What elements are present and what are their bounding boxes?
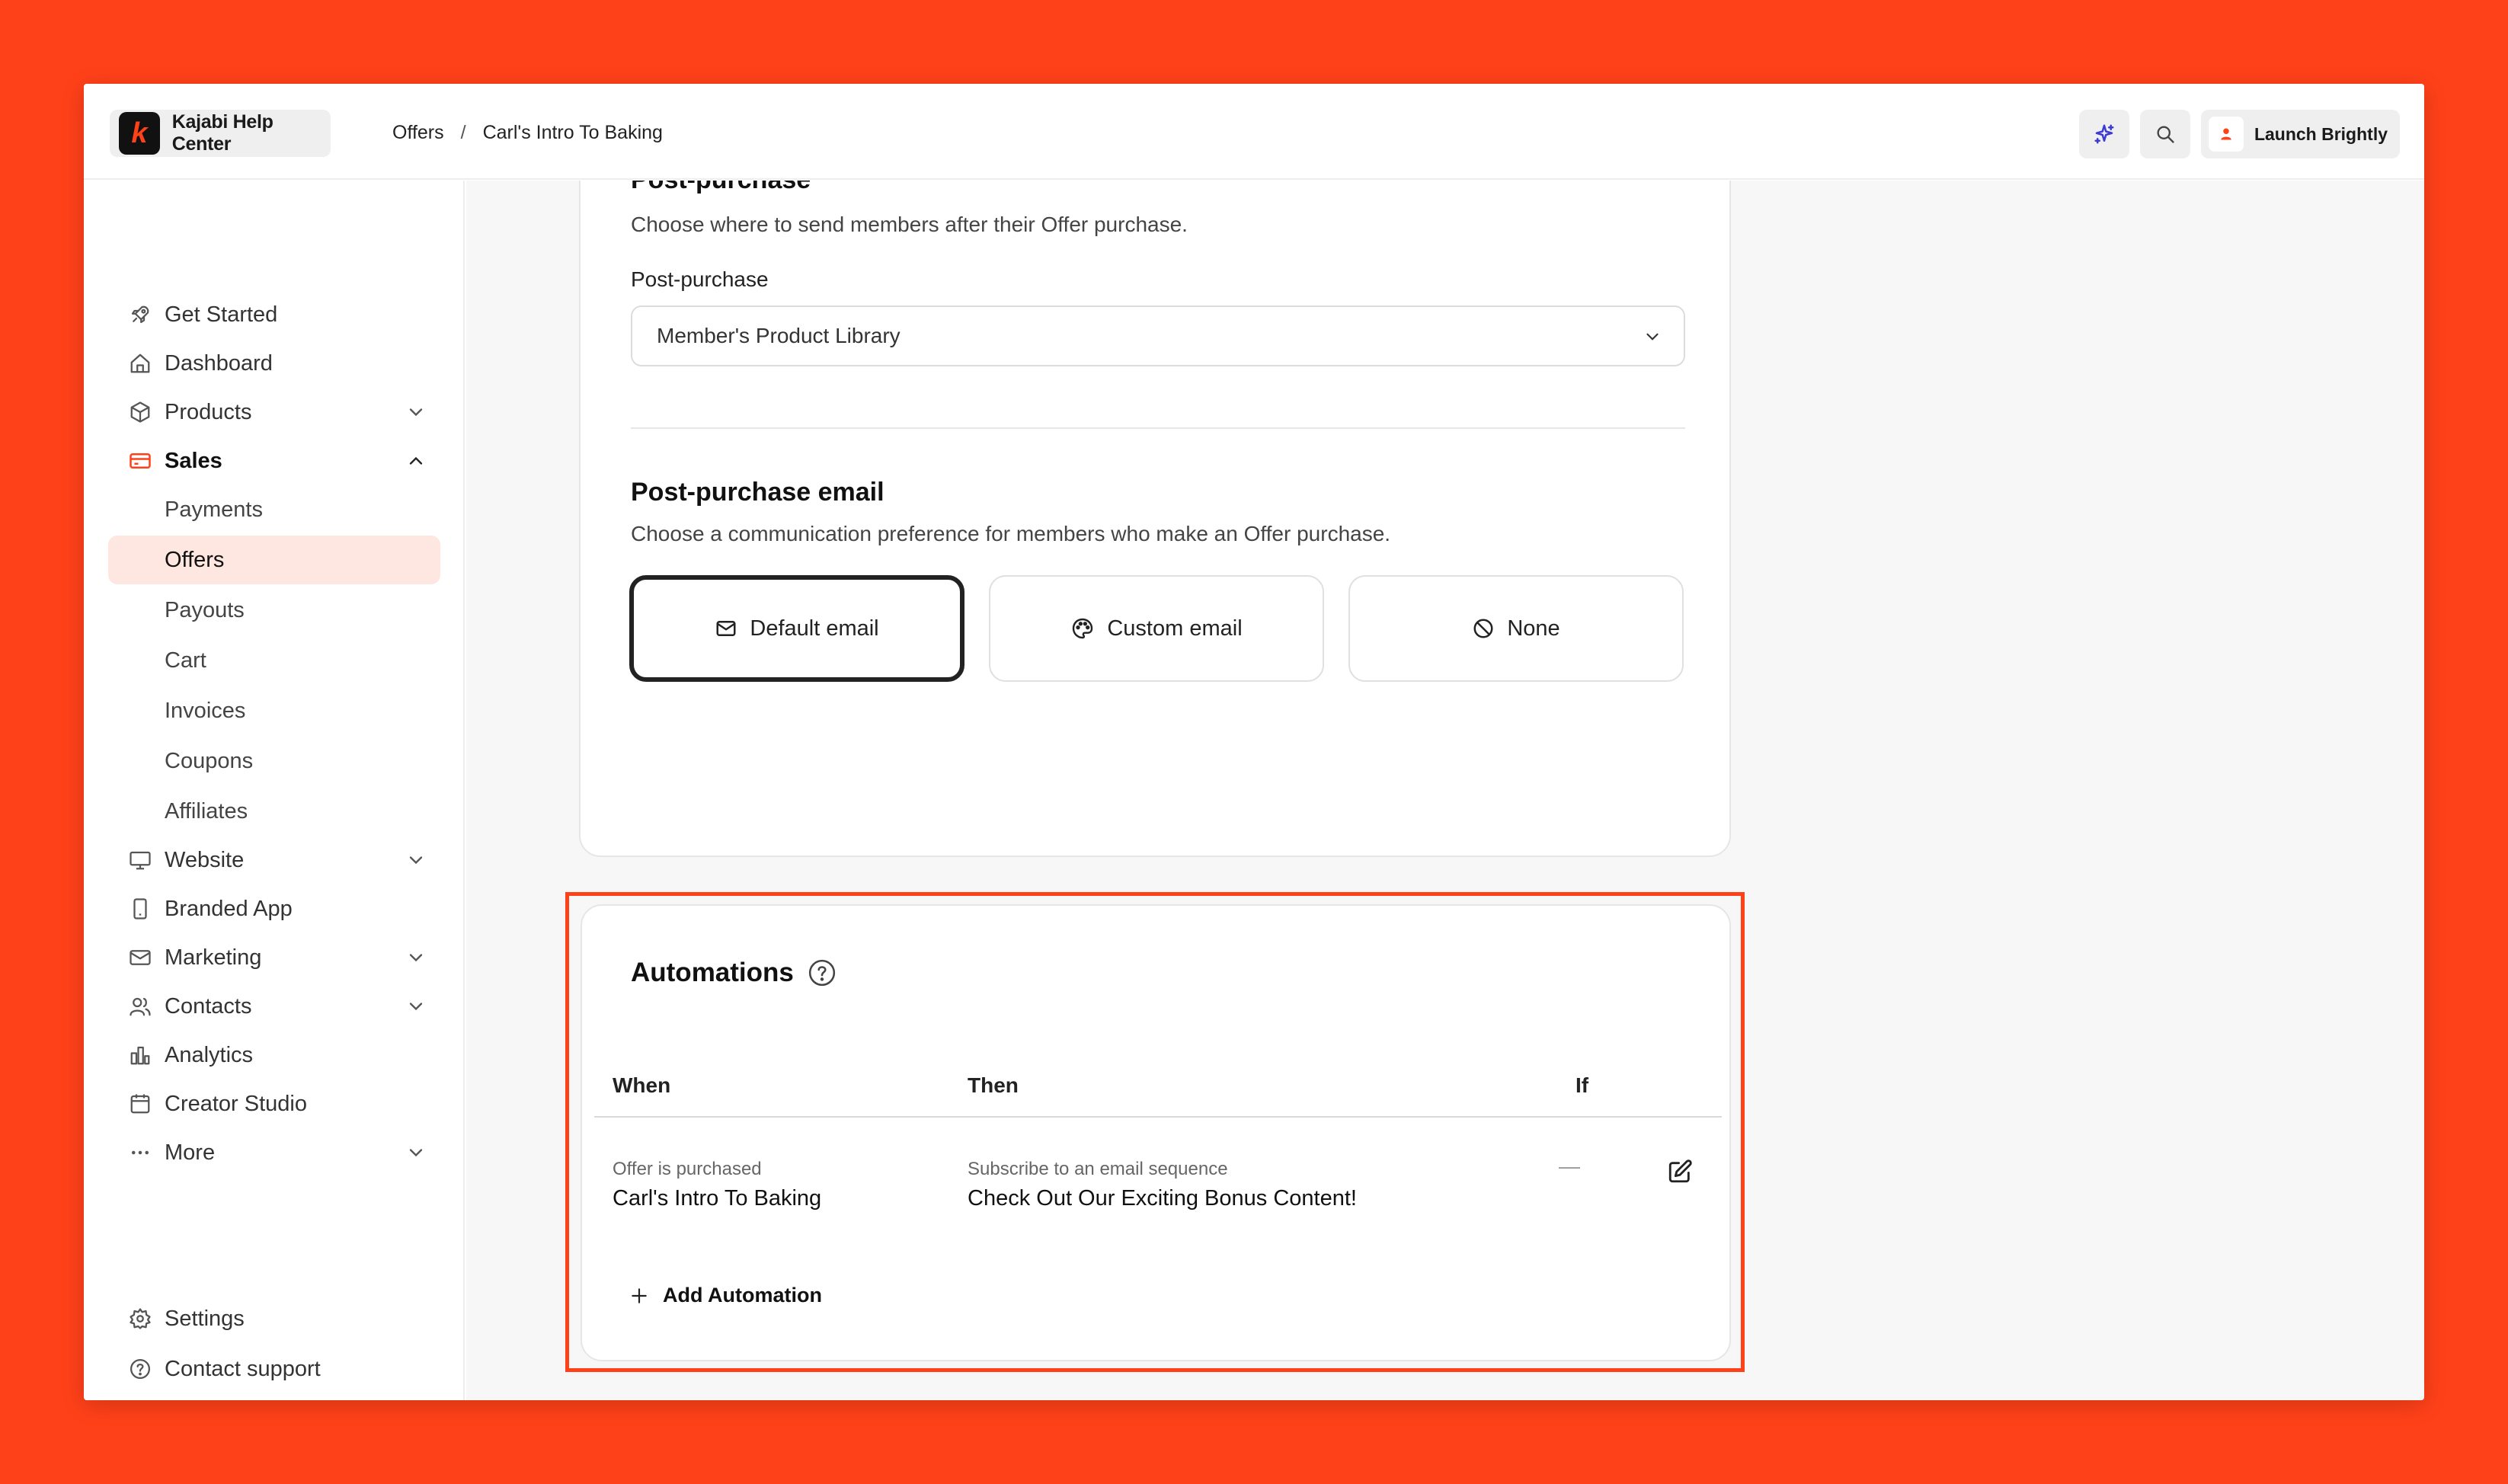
post-purchase-field-label: Post-purchase xyxy=(631,267,769,291)
top-bar: k Kajabi Help Center Offers / Carl's Int… xyxy=(84,84,2424,180)
sidebar-subitem-affiliates[interactable]: Affiliates xyxy=(108,787,440,836)
sidebar-subitem-payments[interactable]: Payments xyxy=(108,485,440,534)
rocket-icon xyxy=(126,301,154,328)
sidebar-item-label: Get Started xyxy=(165,302,278,327)
search-icon xyxy=(2157,126,2174,143)
option-label: Default email xyxy=(750,616,879,641)
sidebar-item-contact-support[interactable]: Contact support xyxy=(108,1345,440,1393)
phone-icon xyxy=(126,895,154,923)
app-window: k Kajabi Help Center Offers / Carl's Int… xyxy=(84,84,2424,1400)
sidebar-item-label: Creator Studio xyxy=(165,1091,307,1116)
help-icon xyxy=(126,1355,154,1383)
sidebar-item-label: Dashboard xyxy=(165,350,273,376)
bar-chart-icon xyxy=(126,1041,154,1069)
ai-assistant-button[interactable] xyxy=(2078,110,2129,158)
option-label: Custom email xyxy=(1107,616,1243,641)
sidebar-subitem-offers[interactable]: Offers xyxy=(108,536,440,584)
post-purchase-card: Post-purchase Choose where to send membe… xyxy=(579,181,1731,857)
sidebar-item-label: Branded App xyxy=(165,896,293,921)
brand-switcher[interactable]: k Kajabi Help Center xyxy=(110,110,331,157)
option-label: None xyxy=(1507,616,1560,641)
sidebar-item-label: Website xyxy=(165,847,245,872)
sidebar-item-marketing[interactable]: Marketing xyxy=(108,933,440,982)
sidebar-item-dashboard[interactable]: Dashboard xyxy=(108,339,440,388)
sidebar-item-label: Contacts xyxy=(165,993,252,1019)
site-name: Kajabi Help Center xyxy=(171,111,274,155)
chevron-down-icon xyxy=(409,856,423,865)
search-button[interactable] xyxy=(2139,110,2190,158)
chevron-up-icon xyxy=(409,456,423,465)
default-email-option[interactable]: Default email xyxy=(629,575,964,682)
post-purchase-description: Choose where to send members after their… xyxy=(631,213,1188,236)
sidebar-item-website[interactable]: Website xyxy=(108,836,440,884)
chevron-down-icon xyxy=(409,1003,423,1011)
chevron-down-icon xyxy=(409,1149,423,1157)
mail-icon xyxy=(126,944,154,971)
sidebar-subitem-coupons[interactable]: Coupons xyxy=(108,737,440,785)
sidebar-item-analytics[interactable]: Analytics xyxy=(108,1031,440,1079)
sidebar-item-get-started[interactable]: Get Started xyxy=(108,290,440,339)
sidebar-item-products[interactable]: Products xyxy=(108,388,440,437)
sidebar-item-label: Marketing xyxy=(165,945,262,970)
highlight-box xyxy=(565,892,1745,1372)
main-content: Post-purchase Choose where to send membe… xyxy=(466,181,2424,1400)
sidebar-item-label: Analytics xyxy=(165,1042,254,1067)
breadcrumb-separator: / xyxy=(460,121,466,143)
post-purchase-selected-value: Member's Product Library xyxy=(657,324,901,347)
sidebar-item-creator-studio[interactable]: Creator Studio xyxy=(108,1079,440,1128)
monitor-icon xyxy=(126,846,154,874)
sidebar-item-label: More xyxy=(165,1140,216,1165)
sidebar-item-branded-app[interactable]: Branded App xyxy=(108,884,440,933)
gear-icon xyxy=(126,1305,154,1332)
card-icon xyxy=(126,447,154,475)
post-purchase-heading: Post-purchase xyxy=(631,181,811,195)
user-icon xyxy=(2221,128,2231,140)
breadcrumb: Offers / Carl's Intro To Baking xyxy=(392,117,663,148)
sidebar-item-more[interactable]: More xyxy=(108,1128,440,1177)
top-actions: Launch Brightly xyxy=(2078,110,2400,158)
sidebar-item-label: Settings xyxy=(165,1306,245,1331)
sidebar-subitem-invoices[interactable]: Invoices xyxy=(108,686,440,735)
account-name: Launch Brightly xyxy=(2254,123,2388,144)
no-email-option[interactable]: None xyxy=(1348,575,1684,682)
breadcrumb-offers-link[interactable]: Offers xyxy=(392,122,444,144)
account-menu-button[interactable]: Launch Brightly xyxy=(2200,110,2400,158)
post-purchase-email-description: Choose a communication preference for me… xyxy=(631,522,1391,545)
calendar-icon xyxy=(126,1090,154,1118)
palette-icon xyxy=(1073,618,1093,639)
sidebar-item-settings[interactable]: Settings xyxy=(108,1294,440,1343)
sidebar-subitem-cart[interactable]: Cart xyxy=(108,636,440,685)
sidebar-subitem-payouts[interactable]: Payouts xyxy=(108,586,440,635)
custom-email-option[interactable]: Custom email xyxy=(989,575,1324,682)
more-icon xyxy=(126,1139,154,1166)
sidebar-item-label: Sales xyxy=(165,448,222,473)
mail-icon xyxy=(716,621,736,636)
sparkle-icon xyxy=(2094,124,2114,144)
sidebar-item-sales[interactable]: Sales xyxy=(108,437,440,485)
section-divider xyxy=(631,427,1685,429)
box-icon xyxy=(126,398,154,426)
kajabi-logo: k xyxy=(119,112,160,155)
sidebar-item-label: Products xyxy=(165,399,252,424)
avatar xyxy=(2208,117,2244,152)
chevron-down-icon xyxy=(1646,333,1659,341)
users-icon xyxy=(126,993,154,1020)
post-purchase-select[interactable]: Member's Product Library xyxy=(631,305,1685,366)
breadcrumb-current: Carl's Intro To Baking xyxy=(482,121,663,143)
home-icon xyxy=(126,350,154,377)
post-purchase-email-heading: Post-purchase email xyxy=(631,478,885,507)
chevron-down-icon xyxy=(409,954,423,962)
chevron-down-icon xyxy=(409,408,423,417)
sidebar: Get Started Dashboard Products Sales Pay… xyxy=(84,181,465,1400)
ban-icon xyxy=(1473,619,1493,638)
sidebar-item-contacts[interactable]: Contacts xyxy=(108,982,440,1031)
sidebar-item-label: Contact support xyxy=(165,1356,321,1381)
